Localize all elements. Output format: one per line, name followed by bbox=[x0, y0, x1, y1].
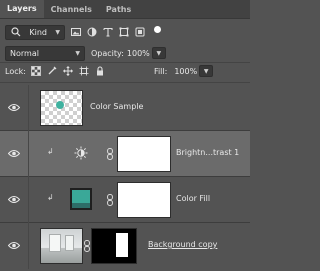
opacity-dropdown[interactable]: ▼ bbox=[151, 47, 166, 59]
column-divider bbox=[28, 131, 29, 177]
lock-position-icon[interactable] bbox=[62, 66, 74, 77]
divider bbox=[0, 82, 250, 83]
chevron-down-icon: ▼ bbox=[55, 28, 60, 36]
window-graphic bbox=[65, 235, 74, 251]
layer-row-color-fill[interactable]: ↲ Color Fill bbox=[0, 177, 250, 223]
lock-label: Lock: bbox=[5, 66, 26, 76]
layer-thumbnail bbox=[40, 228, 83, 264]
chevron-down-icon: ▼ bbox=[75, 49, 80, 57]
chevron-down-icon: ▼ bbox=[156, 49, 162, 57]
layer-name[interactable]: Color Sample bbox=[90, 102, 143, 111]
layers-panel: Layers Channels Paths Kind ▼ Normal ▼ Op… bbox=[0, 0, 250, 271]
tab-layers[interactable]: Layers bbox=[0, 0, 44, 18]
layer-row-background-copy[interactable]: Background copy bbox=[0, 223, 250, 269]
layers-list: Color Sample ↲ Brightn...trast 1 ↲ Color bbox=[0, 85, 250, 271]
fill-dropdown[interactable]: ▼ bbox=[199, 65, 214, 77]
fill-color-swatch[interactable] bbox=[70, 188, 92, 210]
filter-row: Kind ▼ bbox=[0, 21, 250, 43]
tab-channels[interactable]: Channels bbox=[44, 1, 99, 18]
chevron-down-icon: ▼ bbox=[203, 67, 209, 75]
tab-paths[interactable]: Paths bbox=[99, 1, 138, 18]
opacity-value[interactable]: 100% bbox=[127, 49, 150, 58]
visibility-eye-icon[interactable] bbox=[8, 149, 20, 158]
fill-value[interactable]: 100% bbox=[174, 67, 197, 76]
lock-transparent-icon[interactable] bbox=[30, 66, 42, 77]
mask-white-area bbox=[116, 233, 128, 257]
layer-mask-thumbnail[interactable] bbox=[117, 136, 171, 172]
window-graphic bbox=[49, 234, 61, 252]
color-sample-dot bbox=[56, 101, 64, 109]
kind-filter-dropdown[interactable]: Kind ▼ bbox=[5, 24, 65, 40]
mask-link-icon[interactable] bbox=[107, 194, 113, 206]
layer-row-brightness-contrast[interactable]: ↲ Brightn...trast 1 bbox=[0, 131, 250, 177]
clipping-arrow-icon: ↲ bbox=[47, 147, 54, 156]
column-divider bbox=[28, 177, 29, 223]
mask-link-icon[interactable] bbox=[84, 240, 90, 252]
column-divider bbox=[28, 85, 29, 131]
visibility-eye-icon[interactable] bbox=[8, 103, 20, 112]
kind-label: Kind bbox=[29, 27, 47, 37]
blend-mode-dropdown[interactable]: Normal ▼ bbox=[5, 45, 85, 61]
blend-mode-value: Normal bbox=[10, 48, 39, 58]
column-divider bbox=[28, 223, 29, 269]
layer-name[interactable]: Brightn...trast 1 bbox=[176, 148, 239, 157]
layer-row-color-sample[interactable]: Color Sample bbox=[0, 85, 250, 131]
layer-mask-thumbnail[interactable] bbox=[91, 228, 137, 264]
smart-object-filter-icon[interactable] bbox=[134, 27, 145, 38]
lock-all-icon[interactable] bbox=[94, 66, 106, 77]
mask-link-icon[interactable] bbox=[107, 148, 113, 160]
search-icon bbox=[10, 27, 21, 38]
blend-row: Normal ▼ Opacity: 100% ▼ bbox=[0, 45, 250, 61]
type-filter-icon[interactable] bbox=[102, 27, 113, 38]
image-filter-icon[interactable] bbox=[70, 27, 81, 38]
brightness-contrast-icon[interactable] bbox=[74, 146, 88, 160]
opacity-label: Opacity: bbox=[91, 48, 124, 58]
lock-row: Lock: Fill: 100% ▼ bbox=[0, 63, 250, 79]
visibility-eye-icon[interactable] bbox=[8, 195, 20, 204]
layer-mask-thumbnail[interactable] bbox=[117, 182, 171, 218]
layer-name[interactable]: Background copy bbox=[148, 240, 217, 249]
fill-label: Fill: bbox=[153, 66, 168, 76]
layer-thumbnail bbox=[40, 90, 83, 126]
shape-filter-icon[interactable] bbox=[118, 27, 129, 38]
filter-toggle-icon[interactable] bbox=[154, 25, 161, 33]
layer-name[interactable]: Color Fill bbox=[176, 194, 210, 203]
panel-tabs: Layers Channels Paths bbox=[0, 0, 250, 19]
lock-image-icon[interactable] bbox=[46, 66, 58, 77]
visibility-eye-icon[interactable] bbox=[8, 241, 20, 250]
lock-artboard-icon[interactable] bbox=[78, 66, 90, 77]
adjustment-filter-icon[interactable] bbox=[86, 27, 97, 38]
clipping-arrow-icon: ↲ bbox=[47, 193, 54, 202]
